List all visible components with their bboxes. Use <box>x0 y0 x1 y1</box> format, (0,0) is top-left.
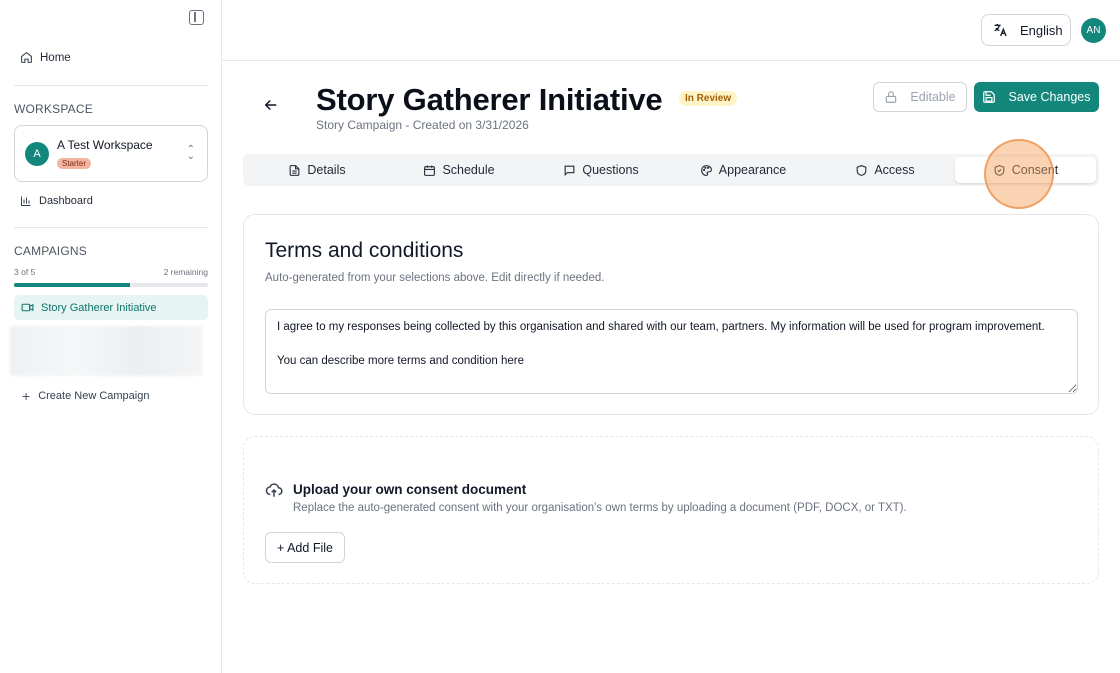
user-avatar[interactable]: AN <box>1081 18 1106 43</box>
sidebar-item-dashboard[interactable]: Dashboard <box>20 195 93 207</box>
shield-icon <box>856 164 867 176</box>
save-label: Save Changes <box>1008 90 1091 104</box>
tab-consent[interactable]: Consent <box>955 157 1096 183</box>
workspace-avatar: A <box>25 142 49 166</box>
editable-label: Editable <box>910 90 956 104</box>
add-file-button[interactable]: + Add File <box>265 532 345 563</box>
home-icon <box>21 51 32 63</box>
sidebar-item-home[interactable]: Home <box>20 51 71 64</box>
campaign-remaining: 2 remaining <box>163 267 208 277</box>
redacted-campaigns <box>10 326 203 376</box>
palette-icon <box>700 164 712 176</box>
tab-details[interactable]: Details <box>246 157 388 183</box>
shield-check-icon <box>994 164 1005 176</box>
campaigns-section-title: CAMPAIGNS <box>14 244 87 258</box>
bar-chart-icon <box>21 196 31 206</box>
divider <box>14 85 208 86</box>
campaign-progress-bar <box>14 283 208 287</box>
save-changes-button[interactable]: Save Changes <box>974 82 1099 112</box>
tab-label: Consent <box>1011 163 1059 177</box>
terms-textarea[interactable]: I agree to my responses being collected … <box>265 309 1078 394</box>
cloud-upload-icon <box>265 483 283 497</box>
campaign-usage: 3 of 5 2 remaining <box>14 267 208 277</box>
terms-card: Terms and conditions Auto-generated from… <box>243 214 1099 415</box>
video-icon <box>21 303 34 312</box>
tab-label: Appearance <box>718 163 787 177</box>
language-label: English <box>1020 22 1063 38</box>
plus-icon: + <box>22 388 31 404</box>
document-icon <box>290 164 300 176</box>
calendar-icon <box>424 165 436 176</box>
terms-description: Auto-generated from your selections abov… <box>265 272 605 284</box>
message-icon <box>564 165 575 176</box>
translate-icon <box>994 24 1007 37</box>
terms-title: Terms and conditions <box>265 239 464 262</box>
workspace-switcher[interactable]: A A Test Workspace Starter ⌃ ⌄ <box>14 125 208 182</box>
divider <box>14 227 208 228</box>
arrow-left-icon <box>264 99 277 111</box>
create-campaign-label: Create New Campaign <box>38 390 150 402</box>
campaign-label: Story Gatherer Initiative <box>41 301 157 314</box>
tab-appearance[interactable]: Appearance <box>672 157 814 183</box>
workspace-name: A Test Workspace <box>57 138 153 152</box>
create-campaign-button[interactable]: + Create New Campaign <box>22 388 149 404</box>
back-button[interactable] <box>262 96 280 114</box>
header-divider <box>222 60 1120 61</box>
tab-label: Details <box>307 163 346 177</box>
save-icon <box>983 91 996 103</box>
plan-badge: Starter <box>57 158 92 169</box>
lock-icon <box>886 91 897 103</box>
tab-questions[interactable]: Questions <box>530 157 672 183</box>
workspace-section-title: WORKSPACE <box>14 102 93 116</box>
sidebar-item-story-gatherer-initiative[interactable]: Story Gatherer Initiative <box>14 295 208 320</box>
home-label: Home <box>40 51 71 64</box>
dashboard-label: Dashboard <box>39 195 93 207</box>
tab-access[interactable]: Access <box>814 157 956 183</box>
tab-label: Access <box>874 163 915 177</box>
campaign-tabs: Details Schedule Questions Appearance Ac… <box>243 154 1099 186</box>
page-title: Story Gatherer Initiative <box>316 82 663 117</box>
page-subtitle: Story Campaign - Created on 3/31/2026 <box>316 118 529 132</box>
tab-label: Questions <box>582 163 639 177</box>
status-badge: In Review <box>679 91 738 106</box>
tab-schedule[interactable]: Schedule <box>388 157 530 183</box>
editable-toggle-button[interactable]: Editable <box>873 82 967 112</box>
language-selector[interactable]: English <box>981 14 1071 46</box>
upload-consent-card: Upload your own consent document Replace… <box>243 436 1099 584</box>
campaign-progress-fill <box>14 283 131 287</box>
tab-label: Schedule <box>442 163 495 177</box>
chevron-up-down-icon: ⌃ ⌄ <box>186 144 195 162</box>
campaign-count: 3 of 5 <box>14 267 36 277</box>
upload-description: Replace the auto-generated consent with … <box>293 502 907 514</box>
collapse-sidebar-icon[interactable] <box>189 10 204 25</box>
sidebar: Home WORKSPACE A A Test Workspace Starte… <box>0 0 222 673</box>
upload-title: Upload your own consent document <box>293 482 527 497</box>
